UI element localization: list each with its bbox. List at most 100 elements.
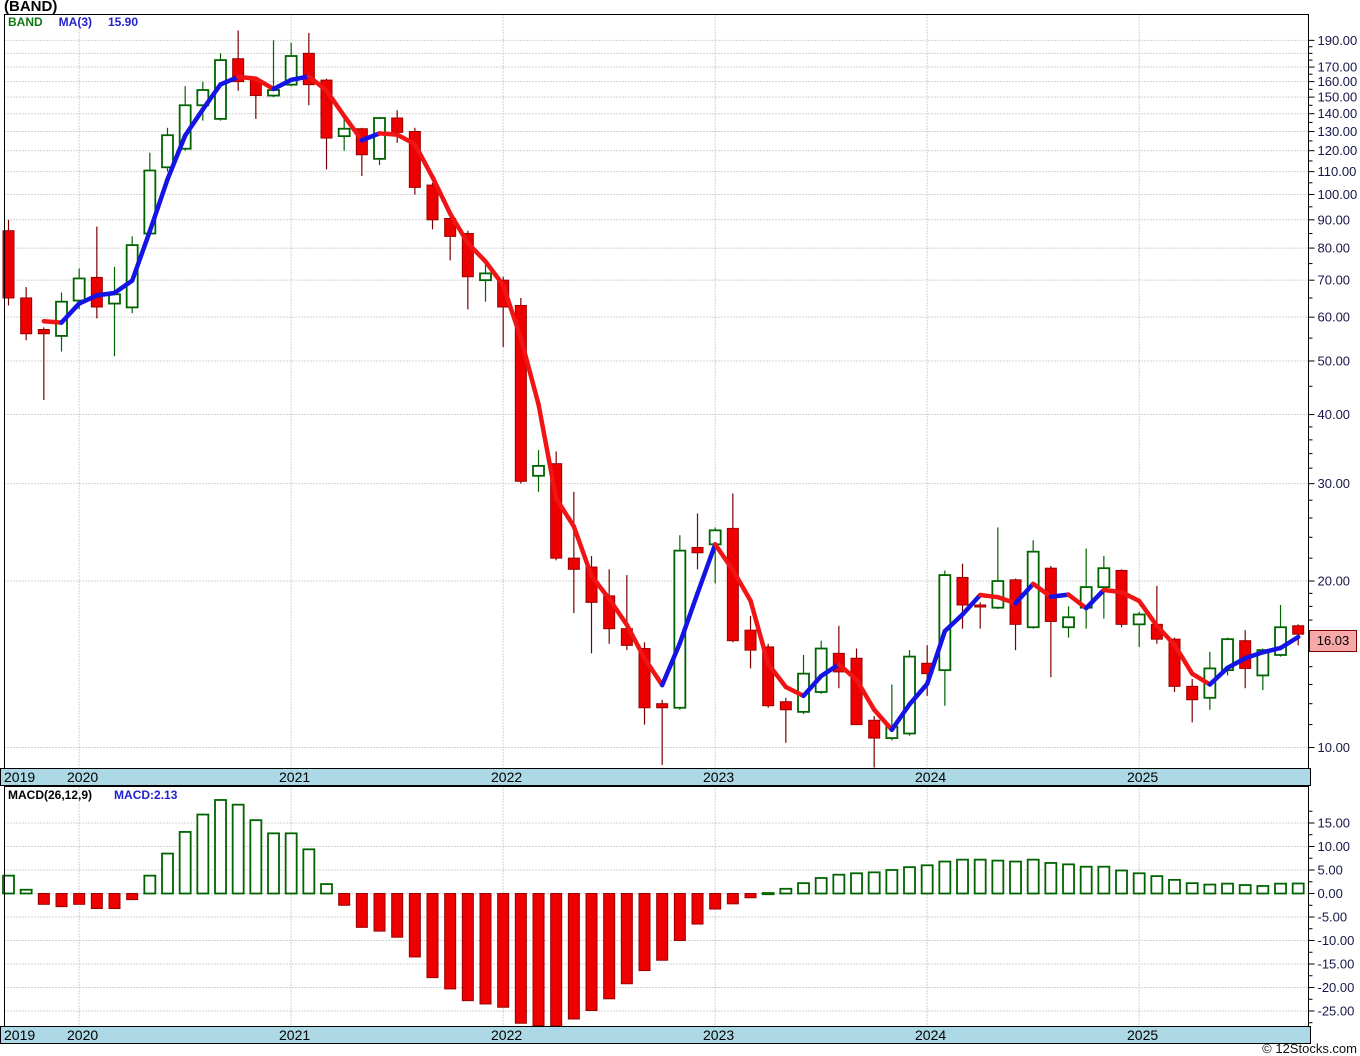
macd-bar-2021-04 — [338, 893, 351, 906]
macd-bar-2025-05 — [1203, 883, 1217, 895]
macd-bar-2023-02 — [726, 893, 739, 905]
macd-bar-2020-06 — [161, 852, 174, 895]
svg-text:110.00: 110.00 — [1318, 164, 1357, 179]
copyright: © 12Stocks.com — [1262, 1041, 1357, 1056]
candle-2022-08 — [620, 575, 633, 651]
macd-bar-2022-09 — [638, 893, 651, 972]
svg-text:-25.00: -25.00 — [1318, 1004, 1355, 1019]
candle-2022-11 — [673, 535, 687, 710]
macd-bar-2019-10 — [19, 888, 33, 895]
svg-text:2020: 2020 — [67, 1027, 98, 1043]
candle-2020-10 — [232, 30, 245, 91]
svg-text:2025: 2025 — [1127, 1027, 1158, 1043]
svg-text:2024: 2024 — [915, 1027, 946, 1043]
macd-bar-2022-11 — [673, 893, 686, 941]
candle-2023-08 — [832, 625, 845, 689]
page-title: (BAND) — [4, 0, 58, 15]
svg-text:80.00: 80.00 — [1318, 241, 1351, 256]
macd-bar-2021-03 — [320, 883, 333, 895]
svg-text:2021: 2021 — [279, 1027, 310, 1043]
candle-2020-11 — [249, 78, 262, 119]
macd-bar-2019-11 — [37, 893, 50, 905]
macd-bar-2020-09 — [214, 799, 227, 895]
candle-2025-04 — [1186, 679, 1199, 723]
macd-bar-2020-10 — [231, 803, 245, 895]
candle-2024-09 — [1062, 606, 1075, 638]
svg-text:2025: 2025 — [1127, 769, 1158, 785]
svg-text:-20.00: -20.00 — [1318, 980, 1355, 995]
stock-chart-svg: 190.00 170.00160.00150.00140.00 130.00 120.… — [0, 14, 1358, 1044]
macd-bar-2021-12 — [479, 893, 492, 1005]
macd-axis: 15.00 10.00 5.00 0.00 -5.00 -10.00 -15.00 -20.0… — [1308, 810, 1355, 1024]
macd-bar-2020-07 — [178, 831, 192, 895]
svg-text:2023: 2023 — [703, 769, 734, 785]
macd-bar-2024-03 — [956, 858, 969, 895]
macd-bar-2021-05 — [355, 893, 368, 928]
svg-text:5.00: 5.00 — [1318, 863, 1343, 878]
macd-bar-2022-06 — [585, 893, 598, 1012]
price-panel-border — [4, 14, 1309, 769]
macd-bar-2024-07 — [1026, 858, 1040, 895]
macd-bars — [2, 799, 1305, 1027]
macd-bar-2021-01 — [284, 832, 298, 895]
macd-bar-2024-12 — [1115, 869, 1128, 895]
candle-2019-10 — [20, 287, 33, 341]
candle-2021-08 — [408, 127, 421, 195]
svg-text:90.00: 90.00 — [1318, 212, 1351, 227]
macd-bar-2025-01 — [1132, 872, 1146, 895]
candle-2023-12 — [903, 650, 916, 736]
macd-bar-2020-05 — [143, 874, 157, 895]
svg-text:2023: 2023 — [703, 1027, 734, 1043]
macd-bar-2022-07 — [603, 893, 616, 1000]
macd-value-label: MACD:2.13 — [114, 788, 178, 802]
macd-bar-2022-10 — [656, 893, 669, 961]
svg-text:30.00: 30.00 — [1318, 476, 1351, 491]
svg-text:70.00: 70.00 — [1318, 273, 1351, 288]
candle-2025-01 — [1132, 611, 1146, 647]
macd-bar-2019-12 — [55, 893, 68, 908]
svg-text:-5.00: -5.00 — [1318, 910, 1348, 925]
svg-text:120.00: 120.00 — [1318, 143, 1358, 158]
macd-bar-2025-10 — [1291, 882, 1305, 895]
chart-page: 190.00 170.00 160.00 150.00 140.00 130.00 120.… — [0, 0, 1360, 1056]
macd-bar-2020-08 — [196, 813, 210, 895]
ma-value: 15.90 — [108, 15, 139, 29]
macd-bar-2022-05 — [567, 893, 580, 1020]
price-grid — [4, 14, 1309, 769]
candle-2021-02 — [302, 32, 315, 106]
macd-bar-2024-06 — [1009, 860, 1022, 895]
macd-bar-2020-02 — [90, 893, 103, 910]
macd-bar-2023-09 — [850, 872, 863, 895]
candle-2022-05 — [567, 491, 580, 614]
candle-2023-05 — [779, 697, 792, 743]
macd-bar-2022-03 — [532, 893, 545, 1027]
candle-2024-04 — [974, 602, 987, 629]
macd-bar-2025-03 — [1168, 878, 1181, 895]
candle-2023-03 — [744, 615, 757, 669]
price-legend: BAND MA(3) 15.90 — [8, 15, 138, 29]
macd-bar-2024-02 — [938, 860, 952, 895]
macd-bar-2024-01 — [920, 864, 934, 895]
macd-bar-2022-12 — [691, 893, 704, 925]
macd-bar-2023-06 — [797, 882, 810, 895]
svg-text:2022: 2022 — [491, 1027, 522, 1043]
candle-2023-10 — [868, 716, 881, 768]
ma3-line — [41, 74, 1301, 733]
candle-2025-02 — [1150, 585, 1163, 644]
ma-label: MA(3) — [58, 15, 92, 29]
macd-bar-2021-09 — [426, 893, 439, 979]
macd-bar-2024-08 — [1044, 862, 1058, 895]
svg-text:100.00: 100.00 — [1318, 187, 1358, 202]
macd-bar-2025-02 — [1150, 875, 1164, 895]
svg-text:170.00: 170.00 — [1318, 60, 1358, 75]
macd-bar-2021-11 — [461, 893, 474, 1002]
candle-2022-10 — [656, 699, 669, 765]
svg-text:130.00: 130.00 — [1318, 124, 1358, 139]
svg-text:2022: 2022 — [491, 769, 522, 785]
macd-bar-2025-07 — [1238, 884, 1252, 895]
candles — [2, 30, 1305, 768]
macd-bar-2025-06 — [1221, 882, 1234, 895]
svg-text:15.00: 15.00 — [1318, 816, 1351, 831]
macd-bar-2022-01 — [497, 893, 510, 1008]
macd-bar-2023-03 — [744, 893, 757, 899]
